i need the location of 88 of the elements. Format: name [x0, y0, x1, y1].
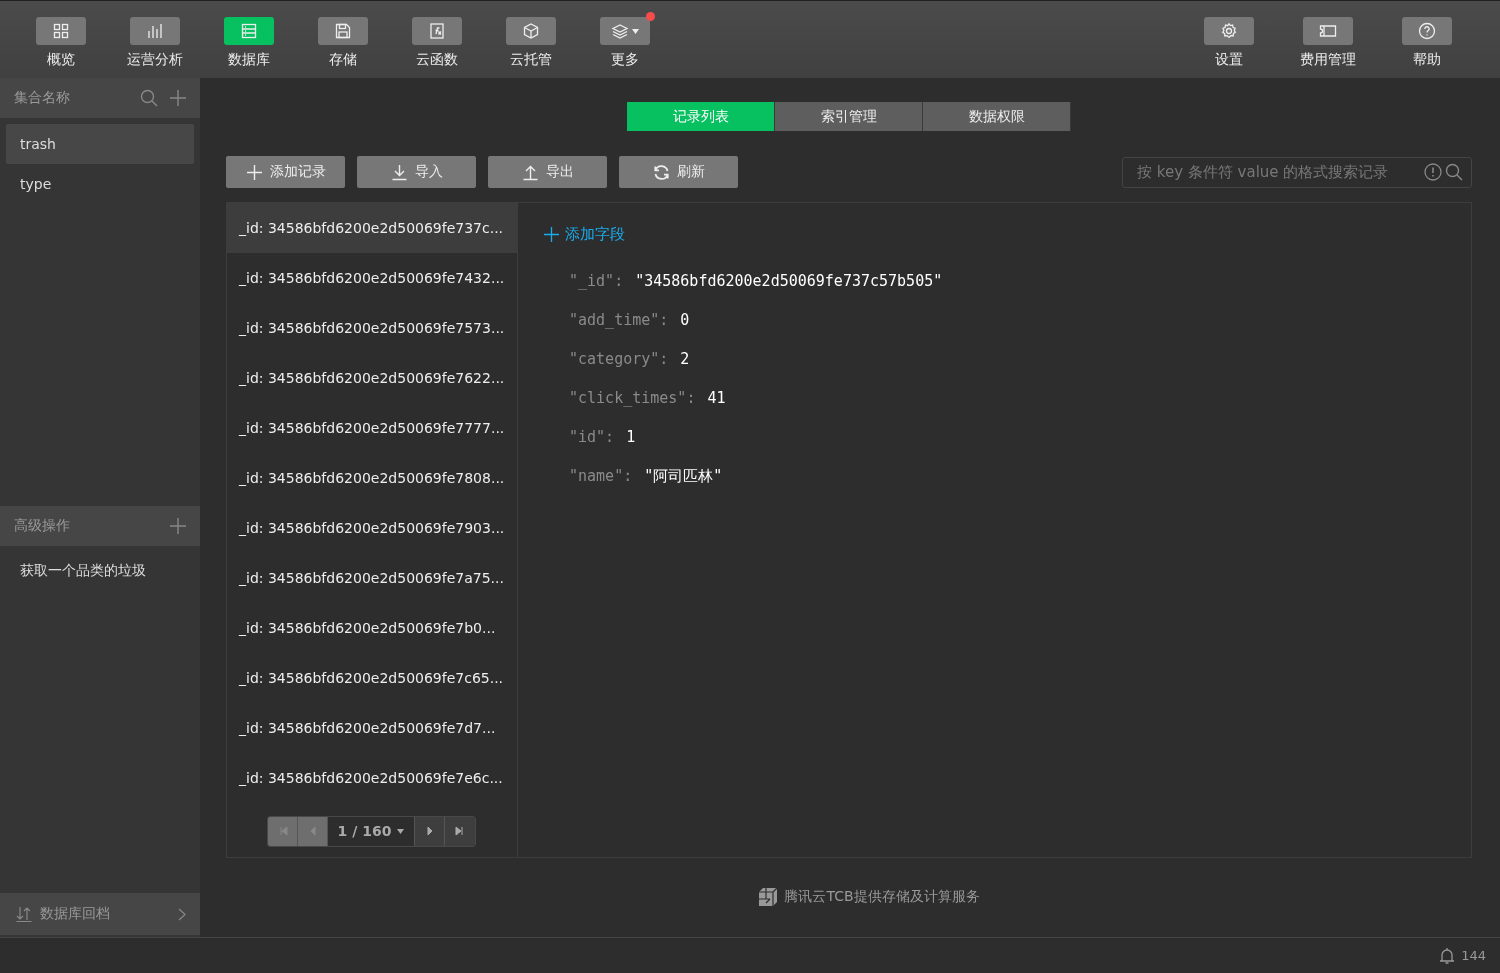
collection-item[interactable]: type	[6, 164, 194, 204]
action-button[interactable]: 导入	[357, 156, 476, 188]
last-page-icon	[455, 826, 465, 837]
operation-item[interactable]: 获取一个品类的垃圾	[6, 551, 194, 591]
tab[interactable]: 数据权限	[923, 102, 1071, 131]
next-page-button[interactable]	[415, 816, 445, 846]
toolbar-item[interactable]: 设置	[1179, 1, 1278, 78]
toolbar-label: 设置	[1214, 51, 1243, 69]
layers-icon	[611, 22, 629, 40]
toolbar-label: 费用管理	[1299, 51, 1356, 69]
download-icon	[390, 163, 408, 181]
footer-text: 腾讯云TCB提供存储及计算服务	[784, 888, 980, 907]
settings-icon	[1219, 22, 1238, 40]
action-button[interactable]: 添加记录	[226, 156, 345, 188]
toolbar-label: 运营分析	[127, 51, 183, 69]
plus-icon	[245, 163, 263, 181]
record-item[interactable]: _id: 34586bfd6200e2d50069fe7e6c...	[227, 753, 517, 803]
sort-icon	[16, 906, 32, 922]
caret-icon	[397, 828, 405, 834]
toolbar-item[interactable]: 云函数	[390, 1, 484, 78]
cube-icon	[522, 22, 540, 40]
search-icon[interactable]	[1445, 163, 1463, 181]
toolbar-item[interactable]: 概览	[14, 1, 108, 78]
toolbar-item[interactable]: 云托管	[484, 1, 578, 78]
server-list-icon	[240, 22, 258, 40]
record-item[interactable]: _id: 34586bfd6200e2d50069fe737c...	[227, 203, 517, 253]
record-item[interactable]: _id: 34586bfd6200e2d50069fe7a75...	[227, 553, 517, 603]
field-value: 41	[707, 389, 726, 407]
toolbar-label: 概览	[47, 51, 75, 69]
record-item[interactable]: _id: 34586bfd6200e2d50069fe7c65...	[227, 653, 517, 703]
collection-item[interactable]: trash	[6, 124, 194, 164]
refresh-icon	[652, 163, 670, 181]
info-icon[interactable]	[1424, 163, 1442, 181]
next-icon	[424, 826, 435, 837]
caret-icon	[632, 28, 639, 34]
search-field[interactable]: 按 key 条件符 value 的格式搜索记录	[1122, 156, 1472, 188]
help-icon	[1417, 22, 1436, 40]
notification-count: 144	[1461, 948, 1486, 963]
last-page-button[interactable]	[445, 816, 475, 846]
toolbar-item[interactable]: 数据库	[202, 1, 296, 78]
field-value: 0	[680, 311, 690, 329]
add-field-link[interactable]: 添加字段	[544, 225, 625, 244]
tab[interactable]: 索引管理	[775, 102, 923, 131]
action-button[interactable]: 刷新	[619, 156, 738, 188]
field-key: "add_time":	[569, 311, 669, 329]
field-value: 2	[680, 350, 690, 368]
function-icon	[428, 22, 446, 40]
field-key: "click_times":	[569, 389, 696, 407]
bell-icon[interactable]	[1439, 946, 1456, 965]
toolbar-item[interactable]: 存储	[296, 1, 390, 78]
toolbar-item[interactable]: 运营分析	[108, 1, 202, 78]
record-item[interactable]: _id: 34586bfd6200e2d50069fe7808...	[227, 453, 517, 503]
record-item[interactable]: _id: 34586bfd6200e2d50069fe7b0...	[227, 603, 517, 653]
record-item[interactable]: _id: 34586bfd6200e2d50069fe7d7...	[227, 703, 517, 753]
field-key: "category":	[569, 350, 669, 368]
section-title: 高级操作	[14, 517, 71, 535]
search-icon[interactable]	[140, 89, 158, 107]
chevron-right-icon	[178, 907, 186, 921]
record-item[interactable]: _id: 34586bfd6200e2d50069fe7903...	[227, 503, 517, 553]
toolbar-item[interactable]: 帮助	[1377, 1, 1476, 78]
field-value: "34586bfd6200e2d50069fe737c57b505"	[635, 272, 943, 290]
cube-logo-icon	[758, 887, 779, 908]
plus-icon[interactable]	[544, 227, 559, 242]
ticket-icon	[1318, 22, 1337, 40]
toolbar-item[interactable]: 更多	[578, 1, 672, 78]
bar-chart-icon	[146, 22, 164, 40]
field-key: "_id":	[569, 272, 624, 290]
toolbar-item[interactable]: 费用管理	[1278, 1, 1377, 78]
field-key: "name":	[569, 467, 633, 486]
toolbar-label: 存储	[329, 51, 357, 69]
grid-icon	[52, 22, 70, 40]
action-button[interactable]: 导出	[488, 156, 607, 188]
rollback-label: 数据库回档	[40, 905, 111, 923]
field-value: "阿司匹林"	[644, 467, 723, 486]
record-item[interactable]: _id: 34586bfd6200e2d50069fe7622...	[227, 353, 517, 403]
record-item[interactable]: _id: 34586bfd6200e2d50069fe7777...	[227, 403, 517, 453]
toolbar-label: 云托管	[510, 51, 552, 69]
first-page-icon	[277, 826, 288, 837]
record-item[interactable]: _id: 34586bfd6200e2d50069fe7573...	[227, 303, 517, 353]
record-item[interactable]: _id: 34586bfd6200e2d50069fe7432...	[227, 253, 517, 303]
upload-icon	[521, 163, 539, 181]
field-value: 1	[626, 428, 636, 446]
field-key: "id":	[569, 428, 615, 446]
toolbar-label: 云函数	[416, 51, 458, 69]
section-title: 集合名称	[14, 89, 71, 107]
toolbar-label: 帮助	[1412, 51, 1441, 69]
toolbar-label: 更多	[611, 51, 639, 69]
toolbar-label: 数据库	[228, 51, 270, 69]
